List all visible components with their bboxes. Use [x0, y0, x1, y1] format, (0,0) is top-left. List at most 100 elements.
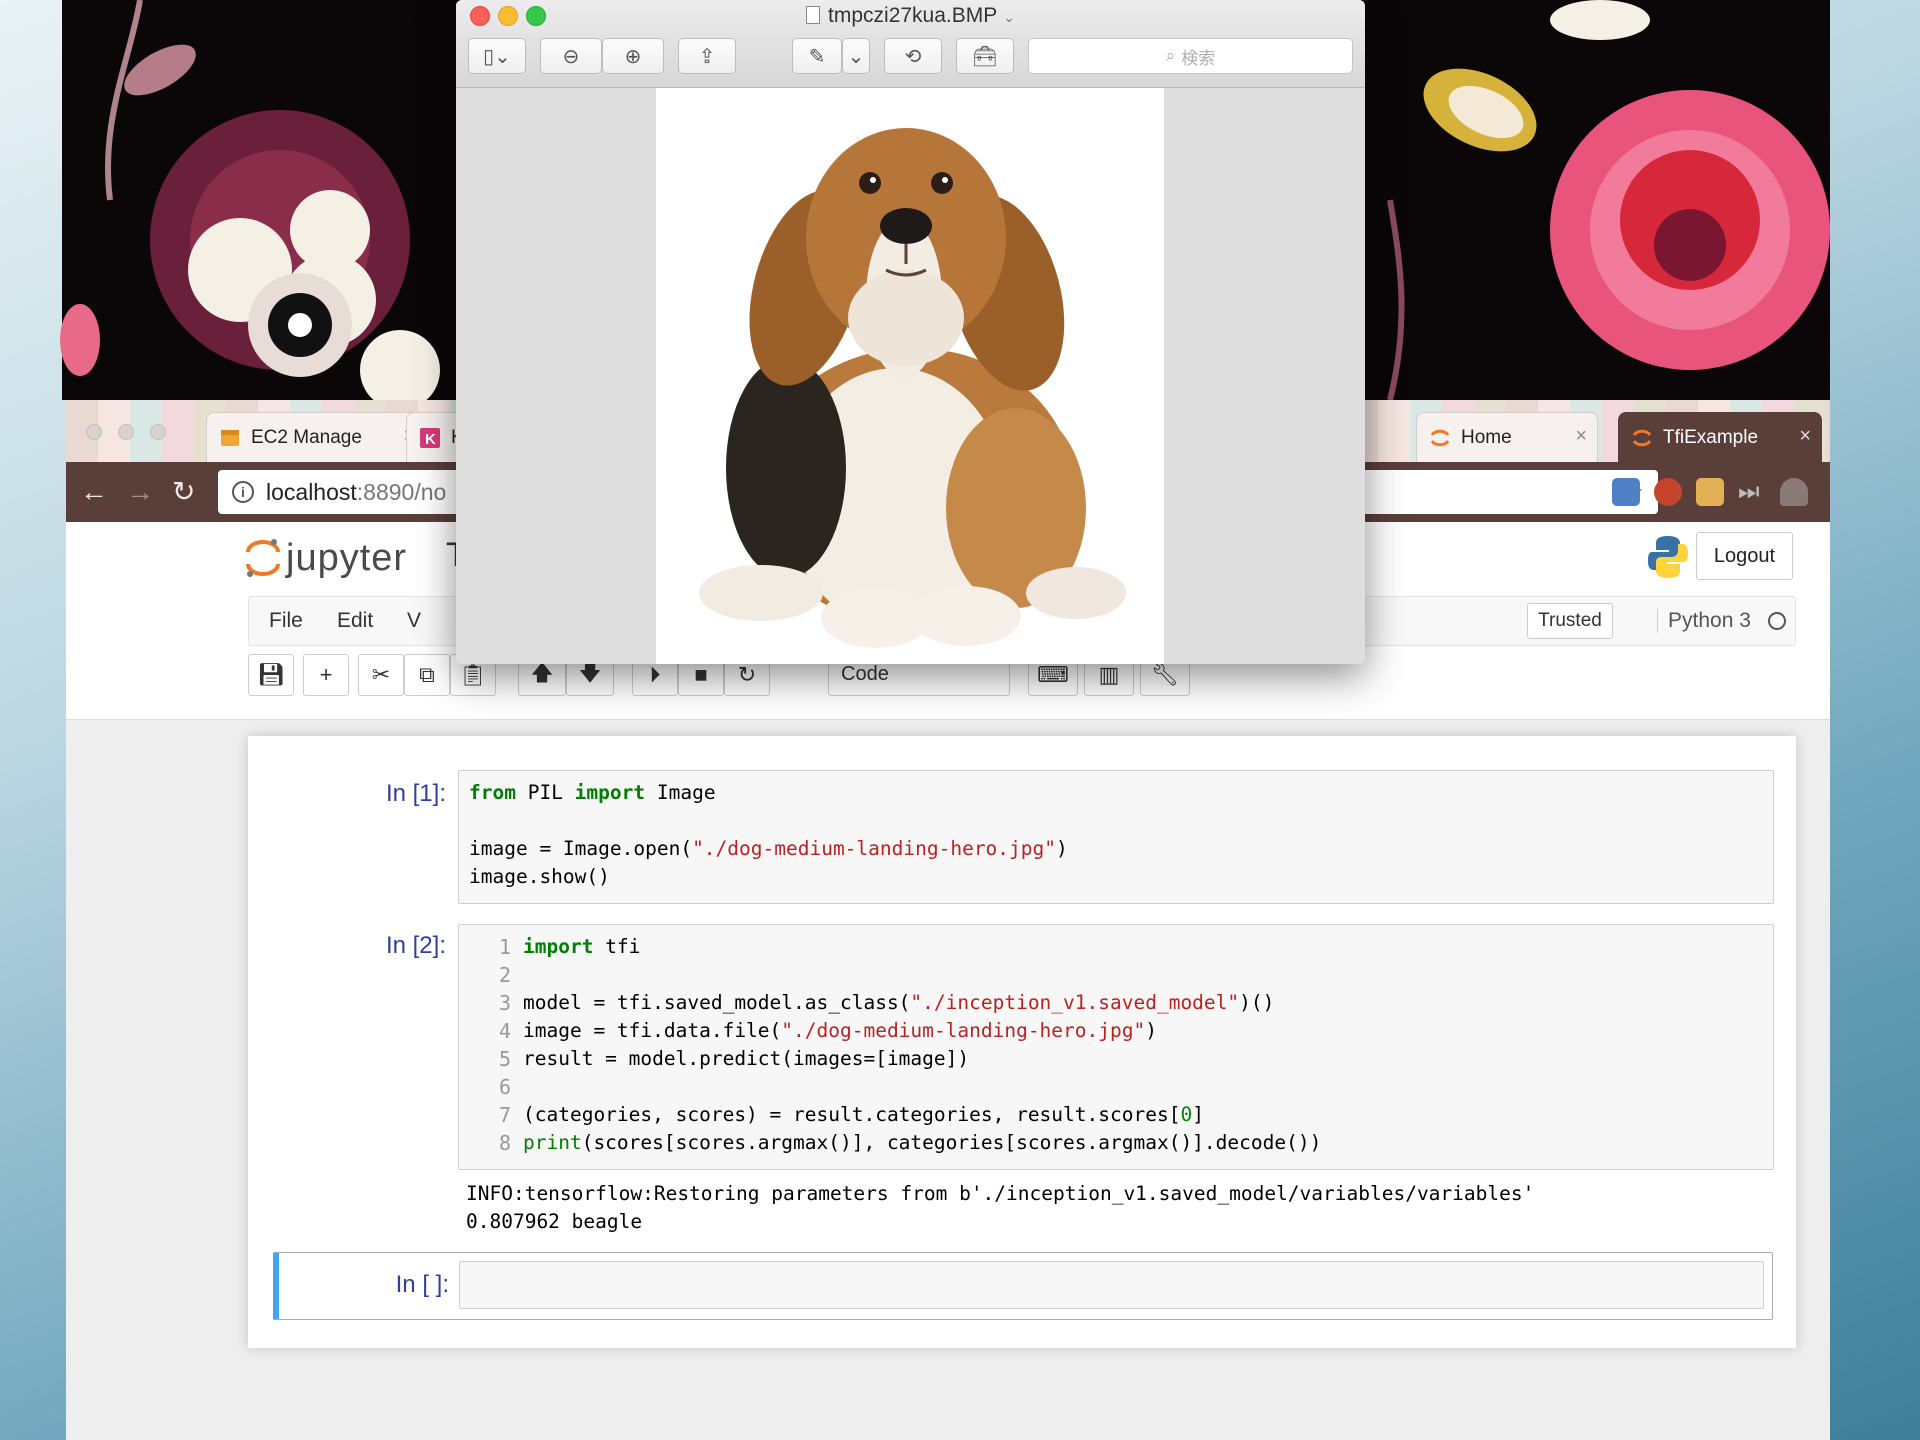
tab-label: EC2 Manage — [251, 426, 362, 448]
zoom-out-icon: ⊖ — [562, 45, 580, 68]
markup-menu-button[interactable]: ⌄ — [842, 38, 870, 74]
wrench-icon: 🔧︎ — [1151, 662, 1179, 687]
plus-icon: + — [319, 662, 333, 687]
tab-label: TfiExample — [1663, 426, 1759, 448]
zoom-in-button[interactable]: ⊕ — [602, 38, 664, 74]
code-cell-3-input[interactable] — [459, 1261, 1764, 1309]
skip-forward-icon[interactable]: ⏭ — [1738, 478, 1766, 506]
code-line: from PIL import Image — [469, 781, 716, 804]
restart-icon: ↻ — [737, 662, 757, 687]
beagle-photo — [656, 88, 1164, 664]
step-icon: ⏵ — [649, 662, 661, 687]
line-number: 2 — [498, 963, 511, 987]
keyboard-icon: ⌨ — [1037, 662, 1069, 687]
menu-view[interactable]: V — [407, 609, 421, 633]
sidebar-icon: ▯⌄ — [483, 45, 511, 68]
preview-filename[interactable]: tmpczi27kua.BMP — [828, 4, 997, 27]
code-line: model = tfi.saved_model.as_class("./ince… — [523, 991, 1275, 1014]
zoom-out-button[interactable]: ⊖ — [540, 38, 602, 74]
code-line: result = model.predict(images=[image]) — [523, 1047, 970, 1070]
cell-prompt: In [1]: — [385, 780, 446, 807]
back-arrow-icon[interactable]: ← — [80, 476, 108, 508]
code-cell-3[interactable]: In [ ]: — [273, 1252, 1773, 1320]
paste-icon: 📋︎ — [459, 662, 487, 687]
code-cell-1-input[interactable]: from PIL import Image image = Image.open… — [458, 770, 1774, 904]
jupyter-favicon — [1429, 427, 1451, 449]
bar-chart-icon: ▥ — [1098, 662, 1120, 687]
line-number: 4 — [498, 1019, 511, 1043]
code-line: image.show() — [469, 865, 610, 888]
url-host: localhost — [266, 478, 357, 505]
cut-button[interactable]: ✂ — [358, 654, 404, 696]
tab-ec2-management[interactable]: EC2 Manage × — [206, 412, 426, 462]
pen-icon: ✎ — [808, 45, 826, 68]
cell-prompt: In [ ]: — [395, 1271, 449, 1298]
tab-close-icon[interactable]: × — [1575, 425, 1587, 448]
kernel-idle-indicator — [1768, 612, 1786, 630]
menu-edit[interactable]: Edit — [337, 609, 373, 633]
insert-cell-button[interactable]: + — [303, 654, 349, 696]
code-cell-2-input[interactable]: 1 2 3 4 5 6 7 8 import tfi model = tfi.s… — [458, 924, 1774, 1170]
kaggle-k-icon: K — [419, 427, 441, 449]
code-line: print(scores[scores.argmax()], categorie… — [523, 1131, 1322, 1154]
trusted-indicator[interactable]: Trusted — [1527, 603, 1613, 639]
aws-box-icon — [219, 427, 241, 449]
window-minimize-dot[interactable] — [118, 424, 134, 440]
window-close-dot[interactable] — [86, 424, 102, 440]
tab-home[interactable]: Home × — [1416, 412, 1598, 462]
line-number: 8 — [498, 1131, 511, 1155]
save-icon: 💾︎ — [257, 662, 285, 687]
jupyter-logo[interactable]: jupyter — [244, 536, 407, 580]
search-placeholder: 検索 — [1181, 48, 1216, 68]
jupyter-logo-icon — [246, 539, 280, 577]
markup-button[interactable]: ✎ — [792, 38, 842, 74]
chevron-down-icon: ⌄ — [847, 45, 865, 68]
document-icon — [806, 6, 821, 24]
rotate-icon: ⟲ — [904, 45, 922, 68]
code-line: image = Image.open("./dog-medium-landing… — [469, 837, 1068, 860]
menu-file[interactable]: File — [269, 609, 303, 633]
extension-icon-5[interactable] — [1780, 478, 1808, 506]
line-number: 1 — [498, 935, 511, 959]
copy-button[interactable]: ⧉ — [404, 654, 450, 696]
tab-tfiexample[interactable]: TfiExample × — [1618, 412, 1822, 462]
window-zoom-dot[interactable] — [150, 424, 166, 440]
url-path: :8890/no — [356, 478, 447, 505]
toolbox-icon: 🧰︎ — [972, 45, 998, 68]
logout-button[interactable]: Logout — [1696, 532, 1793, 580]
chevron-down-icon[interactable]: ⌄ — [1003, 9, 1015, 25]
scissors-icon: ✂ — [371, 662, 391, 687]
python-logo-icon — [1648, 536, 1688, 578]
tab-close-icon[interactable]: × — [1799, 425, 1811, 448]
beagle-illustration — [699, 128, 1126, 648]
notebook-container: In [1]: from PIL import Image image = Im… — [248, 736, 1796, 1348]
save-button[interactable]: 💾︎ — [248, 654, 294, 696]
extension-icon-3[interactable] — [1696, 478, 1724, 506]
toolbox-button[interactable]: 🧰︎ — [956, 38, 1014, 74]
kernel-name: Python 3 — [1657, 609, 1751, 633]
copy-icon: ⧉ — [419, 662, 435, 687]
sidebar-toggle-button[interactable]: ▯⌄ — [468, 38, 526, 74]
info-icon[interactable]: i — [232, 481, 254, 503]
reload-icon[interactable]: ↻ — [172, 476, 195, 508]
search-icon: ⌕ — [1165, 46, 1176, 65]
line-number: 5 — [498, 1047, 511, 1071]
extension-icon-2[interactable] — [1654, 478, 1682, 506]
zoom-in-icon: ⊕ — [624, 45, 642, 68]
preview-search-field[interactable]: ⌕ 検索 — [1028, 38, 1353, 74]
rotate-button[interactable]: ⟲ — [884, 38, 942, 74]
forward-arrow-icon[interactable]: → — [126, 476, 154, 508]
line-number: 3 — [498, 991, 511, 1015]
preview-titlebar: tmpczi27kua.BMP ⌄ ▯⌄ ⊖ ⊕ ⇪ ✎ ⌄ ⟲ 🧰︎ ⌕ 検索 — [456, 0, 1365, 88]
code-line: (categories, scores) = result.categories… — [523, 1103, 1204, 1126]
svg-text:K: K — [425, 431, 436, 448]
preview-content — [456, 88, 1365, 664]
cell-output-line: INFO:tensorflow:Restoring parameters fro… — [466, 1182, 1535, 1205]
line-number: 7 — [498, 1103, 511, 1127]
tab-label: Home — [1461, 426, 1512, 448]
jupyter-logo-text: jupyter — [286, 536, 408, 579]
line-number: 6 — [498, 1075, 511, 1099]
extension-icon-1[interactable] — [1612, 478, 1640, 506]
share-button[interactable]: ⇪ — [678, 38, 736, 74]
preview-title: tmpczi27kua.BMP ⌄ — [456, 4, 1365, 28]
